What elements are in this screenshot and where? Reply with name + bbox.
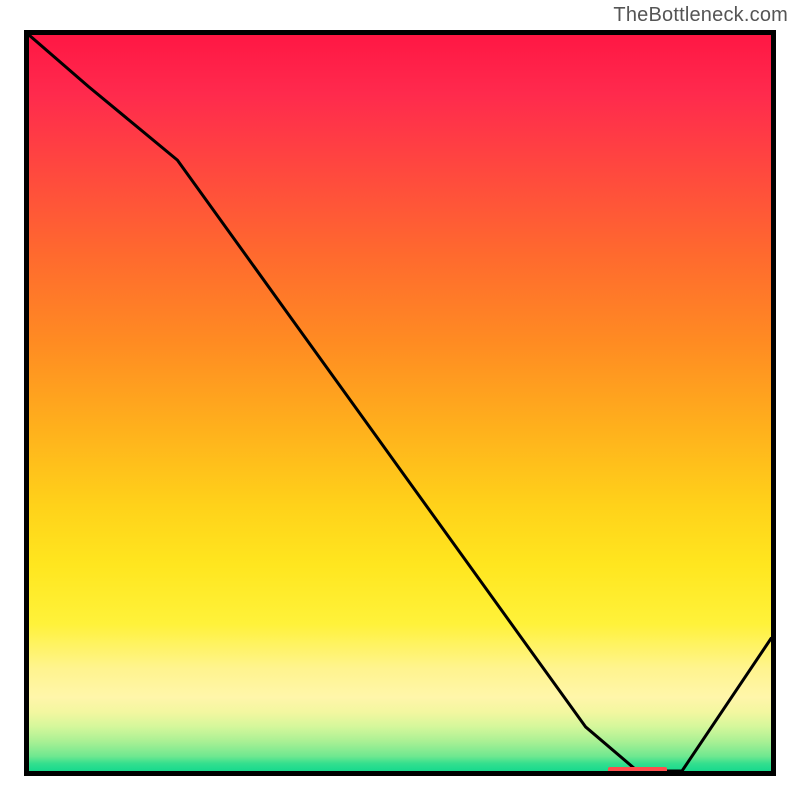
watermark-text: TheBottleneck.com (613, 4, 788, 27)
chart-curve (29, 35, 771, 771)
chart-area (24, 30, 776, 776)
curve-path (29, 35, 771, 771)
curve-marker (608, 767, 667, 773)
page-root: TheBottleneck.com (0, 0, 800, 800)
